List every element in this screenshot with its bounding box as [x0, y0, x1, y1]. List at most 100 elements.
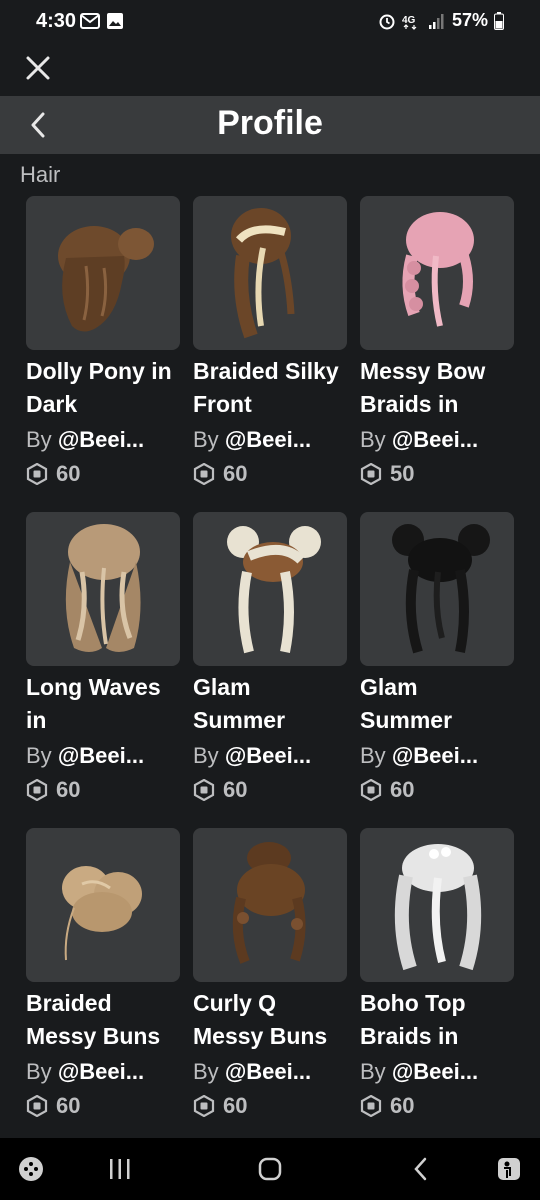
item-creator[interactable]: By @Beei... [193, 423, 347, 457]
creator-handle: @Beei... [391, 427, 479, 452]
item-thumbnail [193, 512, 347, 666]
hair-thumbnail-icon [62, 866, 142, 961]
item-card[interactable]: Curly Q Messy Buns By @Beei... 60 [193, 828, 347, 1122]
hair-thumbnail-icon [65, 524, 141, 652]
creator-handle: @Beei... [224, 1059, 312, 1084]
item-thumbnail [360, 828, 514, 982]
item-card[interactable]: Long Waves in By @Beei... 60 [26, 512, 180, 806]
item-price: 60 [223, 777, 248, 802]
robux-icon [360, 779, 382, 801]
item-price: 60 [56, 461, 81, 486]
item-creator[interactable]: By @Beei... [360, 423, 514, 457]
recent-apps-icon[interactable] [105, 1154, 135, 1184]
item-name: Boho Top Braids in [360, 990, 466, 1049]
creator-prefix: By [26, 1059, 52, 1084]
close-icon[interactable] [22, 52, 54, 84]
item-creator[interactable]: By @Beei... [193, 739, 347, 773]
hair-thumbnail-icon [394, 844, 482, 971]
item-creator[interactable]: By @Beei... [26, 1055, 180, 1089]
item-thumbnail [26, 512, 180, 666]
creator-handle: @Beei... [224, 743, 312, 768]
item-price: 60 [390, 777, 415, 802]
robux-icon [193, 779, 215, 801]
item-card[interactable]: Boho Top Braids in By @Beei... 60 [360, 828, 514, 1122]
item-name: Dolly Pony in Dark [26, 358, 172, 417]
gallery-icon [107, 13, 123, 29]
item-thumbnail [360, 196, 514, 350]
accessibility-icon[interactable] [494, 1154, 524, 1184]
price-row: 60 [26, 457, 180, 491]
game-launcher-icon[interactable] [16, 1154, 46, 1184]
item-card[interactable]: Braided Silky Front By @Beei... 60 [193, 196, 347, 490]
item-price: 60 [56, 777, 81, 802]
item-creator[interactable]: By @Beei... [360, 739, 514, 773]
close-row [0, 44, 540, 96]
item-price: 60 [56, 1093, 81, 1118]
hair-thumbnail-icon [402, 212, 474, 327]
robux-icon [360, 463, 382, 485]
item-card[interactable]: Glam Summer By @Beei... 60 [360, 512, 514, 806]
status-notification-icons [80, 12, 124, 30]
creator-handle: @Beei... [391, 1059, 479, 1084]
hair-thumbnail-icon [232, 842, 306, 964]
item-card[interactable]: Braided Messy Buns By @Beei... 60 [26, 828, 180, 1122]
price-row: 60 [26, 1089, 180, 1123]
hair-thumbnail-icon [58, 226, 154, 332]
item-name: Long Waves in [26, 674, 161, 733]
system-nav-bar [0, 1138, 540, 1200]
network-4g-icon: 4G [402, 15, 417, 30]
item-card[interactable]: Messy Bow Braids in By @Beei... 50 [360, 196, 514, 490]
creator-prefix: By [193, 427, 219, 452]
hair-thumbnail-icon [231, 208, 295, 339]
item-name: Braided Messy Buns [26, 990, 161, 1049]
price-row: 60 [360, 773, 514, 807]
gmail-icon [80, 13, 100, 29]
creator-handle: @Beei... [57, 427, 145, 452]
item-card[interactable]: Glam Summer By @Beei... 60 [193, 512, 347, 806]
item-name: Glam Summer [360, 674, 453, 733]
battery-icon [494, 11, 504, 30]
item-price: 60 [223, 1093, 248, 1118]
back-icon[interactable] [406, 1154, 436, 1184]
creator-handle: @Beei... [57, 1059, 145, 1084]
price-row: 60 [193, 773, 347, 807]
item-thumbnail [26, 828, 180, 982]
home-icon[interactable] [255, 1154, 285, 1184]
creator-prefix: By [193, 743, 219, 768]
item-creator[interactable]: By @Beei... [26, 423, 180, 457]
robux-icon [193, 463, 215, 485]
item-name: Curly Q Messy Buns [193, 990, 328, 1049]
status-bar: 4:30 4G 57% [0, 0, 540, 44]
robux-icon [26, 463, 48, 485]
section-title: Hair [20, 162, 61, 187]
item-card[interactable]: Dolly Pony in Dark By @Beei... 60 [26, 196, 180, 490]
inventory-content[interactable]: Hair Dolly Pony in Dark By @Beei... 60 B… [0, 154, 540, 1138]
item-creator[interactable]: By @Beei... [360, 1055, 514, 1089]
price-row: 60 [193, 457, 347, 491]
alarm-icon [379, 14, 395, 29]
signal-icon [428, 13, 444, 29]
item-thumbnail [26, 196, 180, 350]
item-thumbnail [193, 196, 347, 350]
item-grid: Dolly Pony in Dark By @Beei... 60 Braide… [26, 196, 516, 1122]
status-system-icons: 4G 57% [378, 10, 504, 31]
creator-prefix: By [193, 1059, 219, 1084]
creator-prefix: By [360, 1059, 386, 1084]
robux-icon [26, 779, 48, 801]
item-price: 50 [390, 461, 415, 486]
item-creator[interactable]: By @Beei... [193, 1055, 347, 1089]
item-thumbnail [193, 828, 347, 982]
price-row: 60 [193, 1089, 347, 1123]
creator-prefix: By [26, 427, 52, 452]
robux-icon [193, 1095, 215, 1117]
page-header: Profile [0, 96, 540, 154]
creator-handle: @Beei... [391, 743, 479, 768]
item-creator[interactable]: By @Beei... [26, 739, 180, 773]
robux-icon [26, 1095, 48, 1117]
robux-icon [360, 1095, 382, 1117]
item-price: 60 [223, 461, 248, 486]
page-title: Profile [217, 104, 323, 142]
battery-percent: 57% [451, 10, 488, 30]
item-price: 60 [390, 1093, 415, 1118]
item-name: Messy Bow Braids in [360, 358, 486, 417]
